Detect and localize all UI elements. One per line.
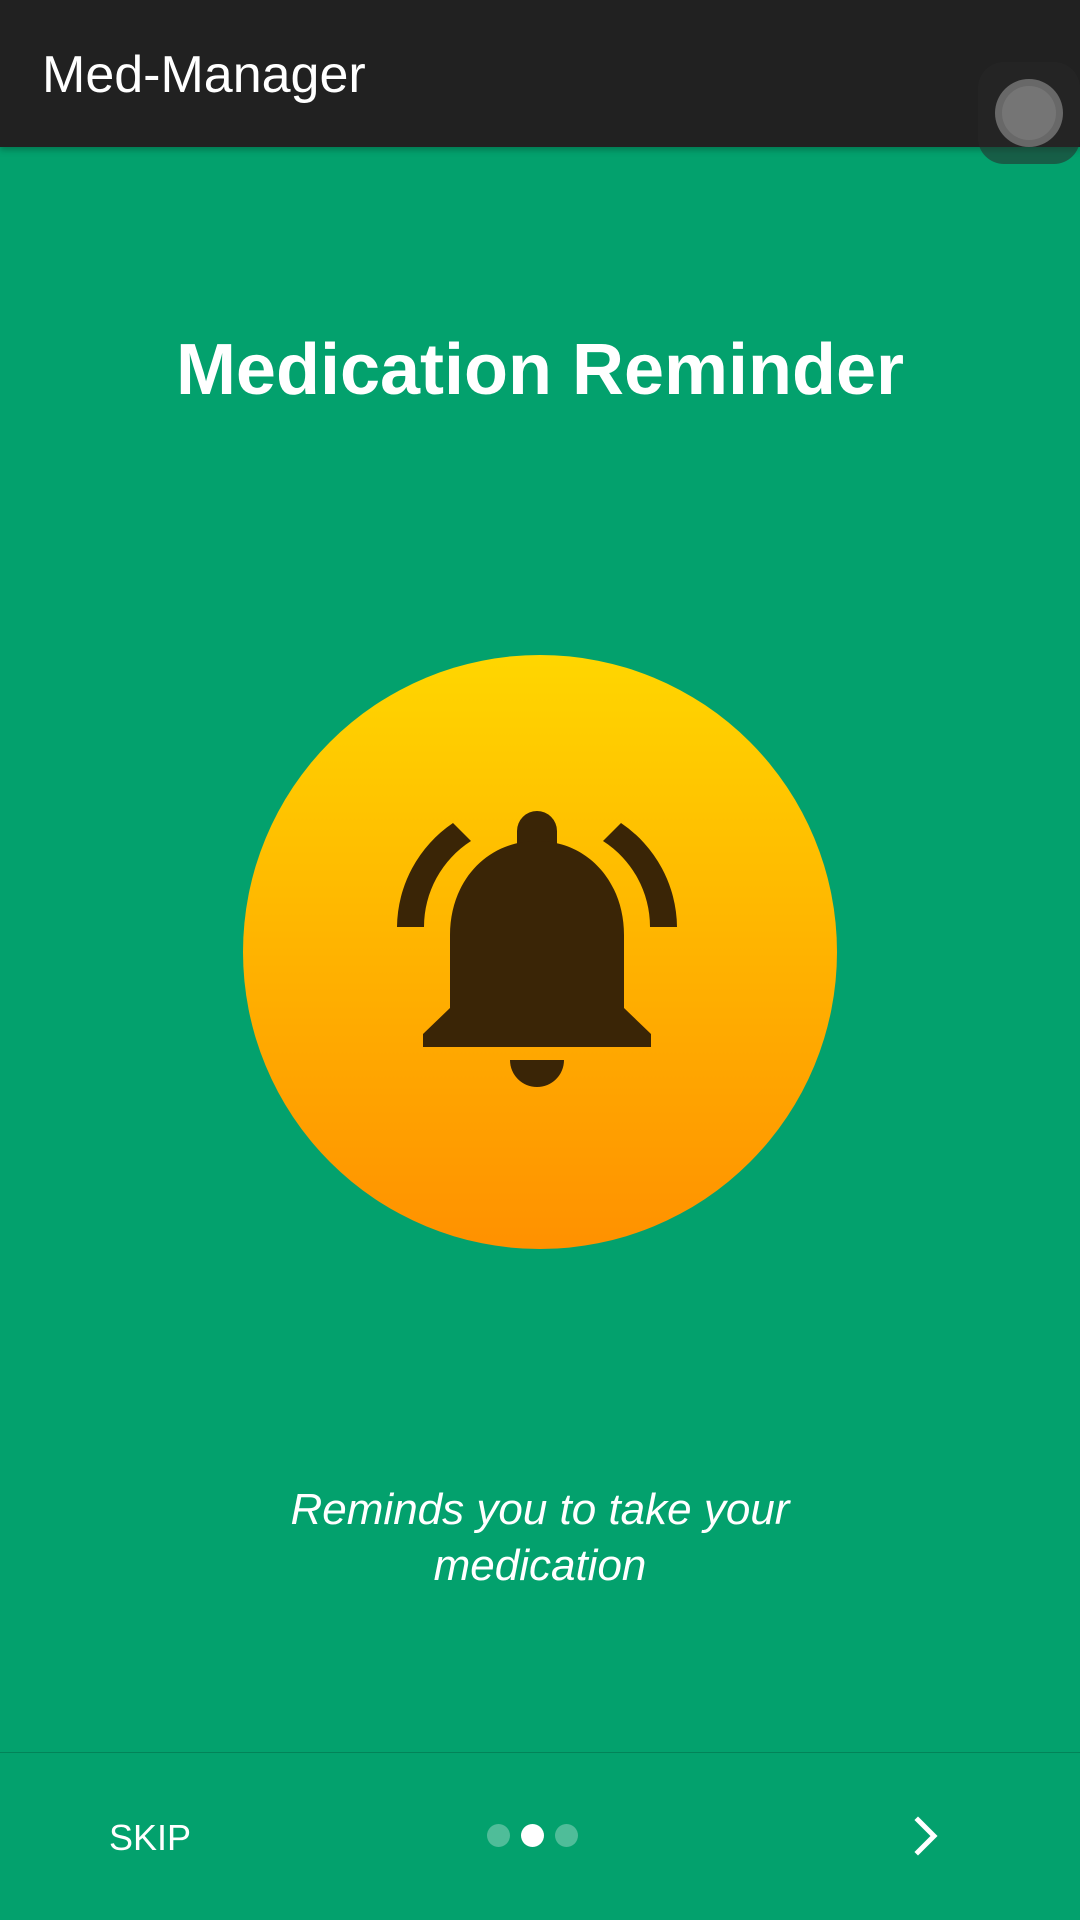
- page-dot-1: [487, 1824, 510, 1847]
- bottom-divider: [0, 1752, 1080, 1753]
- app-title: Med-Manager: [42, 46, 366, 104]
- page-dot-2-active: [521, 1824, 544, 1847]
- assistive-touch-button[interactable]: [978, 62, 1080, 164]
- chevron-right-icon: [914, 1816, 938, 1856]
- next-button[interactable]: [900, 1800, 956, 1872]
- page-dot-3: [555, 1824, 578, 1847]
- assistive-touch-dot: [1002, 86, 1056, 140]
- app-bar: Med-Manager: [0, 0, 1080, 147]
- bell-ringing-icon: [397, 811, 677, 1087]
- onboarding-screen: Med-Manager Medication Reminder Reminds …: [0, 0, 1080, 1920]
- slide-description: Reminds you to take your medication: [290, 1485, 790, 1590]
- skip-button[interactable]: SKIP: [90, 1805, 210, 1871]
- icon-circle: [243, 655, 837, 1249]
- slide-title: Medication Reminder: [175, 330, 905, 410]
- page-indicator: [487, 1824, 587, 1848]
